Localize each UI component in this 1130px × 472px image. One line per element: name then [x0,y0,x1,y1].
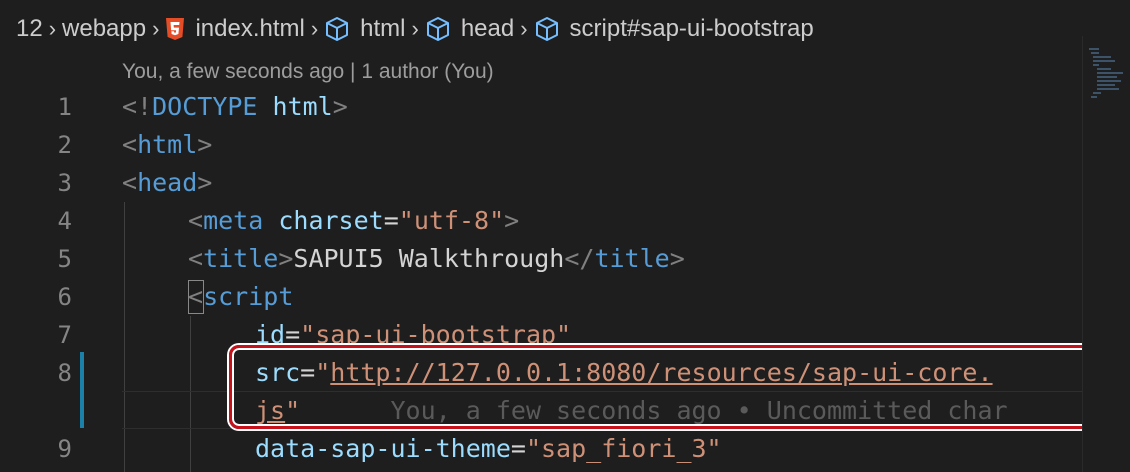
tag-open-bracket: < [188,282,204,311]
breadcrumb-head-label: head [460,15,515,42]
line-number: 3 [57,169,72,197]
breadcrumb-script-label: script#sap-ui-bootstrap [569,15,814,42]
tag-open-bracket: < [122,130,138,159]
minimap-line [1093,56,1111,58]
tag-name: title [594,244,670,273]
minimap-line [1093,60,1115,62]
breadcrumb-item-html[interactable]: html [324,15,406,43]
git-blame-codelens[interactable]: You, a few seconds ago | 1 author (You) [122,60,494,84]
tag-name: meta [203,206,264,235]
minimap-line [1091,96,1097,98]
minimap-line [1097,76,1117,78]
code-line-1[interactable]: <!DOCTYPE html> [122,88,348,126]
minimap-line [1089,48,1099,50]
tag-open-bracket: <! [122,92,153,121]
tag-name: script [203,282,294,311]
doctype-value: html [272,92,333,121]
tag-open-bracket: < [122,168,138,197]
tag-open-bracket: </ [564,244,595,273]
tag-close-bracket: > [669,244,685,273]
tag-name: html [137,130,198,159]
tag-close-bracket: > [504,206,520,235]
highlight-annotation-box [229,345,1100,429]
minimap-line [1093,92,1101,94]
attribute-name: charset [278,206,384,235]
tag-close-bracket: > [332,92,348,121]
breadcrumb-item-head[interactable]: head [425,15,514,43]
minimap-line [1097,80,1121,82]
line-number: 8 [57,359,72,387]
minimap-line [1097,88,1119,90]
line-number: 6 [57,283,72,311]
cube-icon [534,16,560,42]
cube-icon [324,16,350,42]
breadcrumb: 12 › webapp › index.html › html › head ›… [0,0,1082,58]
attribute-value: "sap_fiori_3" [525,434,722,463]
attribute-value: "utf-8" [398,206,505,235]
tag-close-bracket: > [197,130,213,159]
tag-open-bracket: < [188,244,204,273]
title-text: SAPUI5 Walkthrough [293,244,565,273]
chevron-right-icon: › [310,16,319,41]
code-line-5[interactable]: <title>SAPUI5 Walkthrough</title> [188,240,685,278]
line-number: 9 [57,435,72,463]
equals-sign: = [510,434,526,463]
doctype-keyword: DOCTYPE [152,92,258,121]
code-line-2[interactable]: <html> [122,126,212,164]
line-number: 5 [57,245,72,273]
code-line-9[interactable]: data-sap-ui-theme="sap_fiori_3" [255,430,722,468]
minimap-line [1097,84,1115,86]
code-line-3[interactable]: <head> [122,164,212,202]
tag-close-bracket: > [278,244,294,273]
breadcrumb-file-label: index.html [195,15,305,42]
tag-close-bracket: > [197,168,213,197]
minimap-line [1097,72,1123,74]
minimap-line [1091,52,1099,54]
indent-guide [124,202,125,472]
chevron-right-icon: › [411,16,419,41]
git-modified-indicator[interactable] [80,352,84,428]
cube-icon [425,16,451,42]
chevron-right-icon: › [520,16,528,41]
breadcrumb-item-script[interactable]: script#sap-ui-bootstrap [534,15,814,43]
minimap-line [1097,68,1111,70]
line-number: 7 [57,321,72,349]
tag-name: head [137,168,198,197]
code-line-6[interactable]: <script [188,278,293,316]
code-line-4[interactable]: <meta charset="utf-8"> [188,202,519,240]
line-number: 1 [57,93,72,121]
attribute-name: data-sap-ui-theme [255,434,511,463]
line-number: 4 [57,207,72,235]
minimap[interactable] [1082,36,1130,472]
line-number: 2 [57,131,72,159]
tag-name: title [203,244,279,273]
breadcrumb-item-folder-12[interactable]: 12 [16,15,43,43]
breadcrumb-html-label: html [360,15,406,42]
html5-icon [165,17,185,41]
chevron-right-icon: › [48,16,57,41]
tag-open-bracket: < [188,206,204,235]
breadcrumb-item-file[interactable]: index.html [165,15,305,43]
breadcrumb-item-webapp[interactable]: webapp [62,15,146,43]
equals-sign: = [383,206,399,235]
chevron-right-icon: › [152,16,160,41]
minimap-line [1093,64,1099,66]
